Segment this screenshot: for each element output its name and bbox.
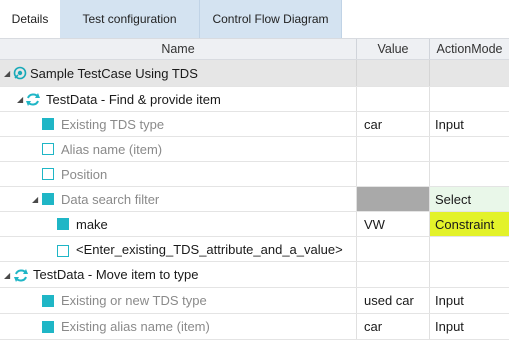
collapse-arrow-icon[interactable]: ◢ bbox=[4, 70, 12, 78]
value-cell[interactable] bbox=[357, 137, 429, 161]
collapse-arrow-icon[interactable]: ◢ bbox=[17, 96, 25, 104]
tree-row-module[interactable]: ◢ TestData - Find & provide item bbox=[0, 87, 509, 112]
tree-label: Sample TestCase Using TDS bbox=[30, 65, 198, 81]
action-mode-cell[interactable]: Constraint bbox=[430, 212, 509, 236]
module-refresh-icon bbox=[26, 93, 40, 106]
value-cell[interactable]: used car bbox=[357, 288, 429, 313]
cell-divider bbox=[429, 87, 430, 111]
tree-row-placeholder[interactable]: <Enter_existing_TDS_attribute_and_a_valu… bbox=[0, 237, 509, 262]
tree-label: Data search filter bbox=[61, 191, 160, 207]
column-header-name[interactable]: Name bbox=[0, 39, 356, 59]
tree-row-attribute[interactable]: Alias name (item) bbox=[0, 137, 509, 162]
column-header-value[interactable]: Value bbox=[357, 39, 429, 59]
attribute-icon bbox=[42, 193, 54, 205]
cell-divider bbox=[356, 60, 357, 86]
action-mode-cell[interactable]: Input bbox=[430, 314, 509, 339]
tree-row-attribute[interactable]: Existing or new TDS type used car Input bbox=[0, 288, 509, 314]
testcase-icon bbox=[13, 66, 27, 80]
action-mode-cell[interactable] bbox=[430, 162, 509, 186]
tree-row-attribute[interactable]: Existing TDS type car Input bbox=[0, 112, 509, 137]
column-header: Name Value ActionMode bbox=[0, 38, 509, 60]
value-cell[interactable] bbox=[357, 237, 429, 261]
attribute-icon bbox=[42, 321, 54, 333]
tab-control-flow-diagram-label: Control Flow Diagram bbox=[212, 12, 329, 26]
action-mode-cell[interactable] bbox=[430, 237, 509, 261]
tree-label: TestData - Find & provide item bbox=[46, 91, 221, 107]
collapse-arrow-icon[interactable]: ◢ bbox=[32, 196, 40, 204]
action-mode-cell[interactable]: Input bbox=[430, 112, 509, 136]
tree-label: Existing alias name (item) bbox=[61, 319, 210, 334]
tab-test-configuration-label: Test configuration bbox=[82, 12, 177, 26]
column-value-label: Value bbox=[377, 42, 409, 56]
action-mode-cell[interactable]: Select bbox=[430, 187, 509, 211]
tree-row-constraint[interactable]: make VW Constraint bbox=[0, 212, 509, 237]
tree-row-filter[interactable]: ◢ Data search filter Select bbox=[0, 187, 509, 212]
cell-divider bbox=[429, 60, 430, 86]
value-cell[interactable]: car bbox=[357, 314, 429, 339]
attribute-empty-icon bbox=[57, 245, 69, 257]
value-cell[interactable] bbox=[357, 162, 429, 186]
column-name-label: Name bbox=[161, 42, 195, 56]
tab-details[interactable]: Details bbox=[0, 0, 60, 38]
cell-divider bbox=[429, 262, 430, 287]
action-mode-cell[interactable]: Input bbox=[430, 288, 509, 313]
tree-label: Alias name (item) bbox=[61, 141, 163, 157]
tree-row-attribute[interactable]: Existing alias name (item) car Input bbox=[0, 314, 509, 340]
tab-bar: Details Test configuration Control Flow … bbox=[0, 0, 509, 38]
column-action-mode-label: ActionMode bbox=[436, 42, 503, 56]
tree-label: <Enter_existing_TDS_attribute_and_a_valu… bbox=[76, 241, 343, 257]
tree-label: Existing or new TDS type bbox=[61, 293, 207, 308]
tree-label: Existing TDS type bbox=[61, 116, 165, 132]
tree-label: Position bbox=[61, 166, 108, 182]
column-header-action-mode[interactable]: ActionMode bbox=[430, 39, 509, 59]
tree-label: make bbox=[76, 216, 108, 232]
attribute-empty-icon bbox=[42, 143, 54, 155]
tab-control-flow-diagram[interactable]: Control Flow Diagram bbox=[200, 0, 342, 38]
cell-divider bbox=[356, 87, 357, 111]
attribute-empty-icon bbox=[42, 168, 54, 180]
tree-row-testcase[interactable]: ◢ Sample TestCase Using TDS bbox=[0, 60, 509, 87]
collapse-arrow-icon[interactable]: ◢ bbox=[4, 272, 12, 280]
value-cell[interactable]: VW bbox=[357, 212, 429, 236]
value-cell-disabled bbox=[357, 187, 429, 211]
attribute-icon bbox=[57, 218, 69, 230]
tab-strip-empty bbox=[342, 0, 509, 38]
attribute-icon bbox=[42, 295, 54, 307]
tree-row-module[interactable]: ◢ TestData - Move item to type bbox=[0, 262, 509, 288]
value-cell[interactable]: car bbox=[357, 112, 429, 136]
module-refresh-icon bbox=[14, 269, 28, 282]
action-mode-cell[interactable] bbox=[430, 137, 509, 161]
tab-test-configuration[interactable]: Test configuration bbox=[60, 0, 200, 38]
attribute-icon bbox=[42, 118, 54, 130]
cell-divider bbox=[356, 262, 357, 287]
tree-label: TestData - Move item to type bbox=[33, 267, 199, 282]
tree-row-attribute[interactable]: Position bbox=[0, 162, 509, 187]
tab-details-label: Details bbox=[11, 12, 49, 26]
